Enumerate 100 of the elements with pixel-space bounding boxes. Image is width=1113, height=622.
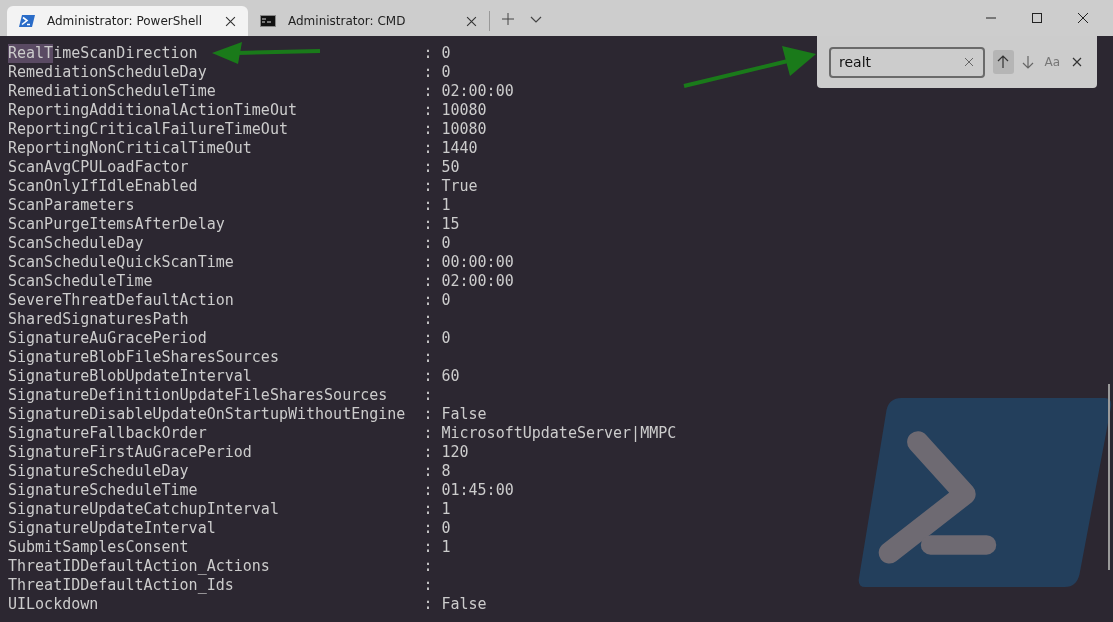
separator: :: [423, 500, 434, 519]
property-name: imeScanDirection: [53, 44, 198, 63]
property-name: SignatureScheduleDay: [8, 462, 189, 481]
property-name: ScanScheduleTime: [8, 272, 153, 291]
separator: :: [423, 101, 434, 120]
property-value: 02:00:00: [441, 272, 514, 291]
previous-match-button[interactable]: [993, 50, 1014, 74]
close-icon[interactable]: [466, 15, 477, 27]
property-name: ScanAvgCPULoadFactor: [8, 158, 189, 177]
separator: :: [423, 519, 434, 538]
property-value: 0: [441, 519, 451, 538]
property-name: ScanPurgeItemsAfterDelay: [8, 215, 225, 234]
separator: :: [423, 367, 434, 386]
separator: :: [423, 329, 434, 348]
property-value: 0: [441, 291, 451, 310]
search-field[interactable]: realt: [829, 46, 985, 78]
powershell-icon: [19, 14, 35, 28]
property-name: RemediationScheduleTime: [8, 82, 216, 101]
clear-icon[interactable]: [964, 56, 974, 67]
property-name: SignatureBlobUpdateInterval: [8, 367, 252, 386]
separator: :: [423, 462, 434, 481]
property-value: 1440: [441, 139, 478, 158]
maximize-icon[interactable]: [1031, 12, 1043, 24]
separator: :: [423, 44, 434, 63]
separator: :: [423, 310, 434, 329]
property-value: False: [441, 595, 487, 614]
search-match: RealT: [8, 44, 54, 63]
property-name: SignatureScheduleTime: [8, 481, 198, 500]
property-name: SignatureDefinitionUpdateFileSharesSources: [8, 386, 388, 405]
close-icon: [1070, 55, 1083, 69]
property-name: ReportingAdditionalActionTimeOut: [8, 101, 297, 120]
property-name: SignatureFirstAuGracePeriod: [8, 443, 252, 462]
separator: :: [423, 63, 434, 82]
property-value: 0: [441, 234, 451, 253]
separator: :: [423, 405, 434, 424]
property-name: SignatureUpdateCatchupInterval: [8, 500, 279, 519]
close-icon[interactable]: [225, 15, 236, 27]
property-name: ScanScheduleDay: [8, 234, 144, 253]
terminal-tab[interactable]: Administrator: CMD: [248, 6, 489, 36]
property-value: 10080: [441, 120, 487, 139]
separator: :: [423, 158, 434, 177]
property-value: 0: [441, 44, 451, 63]
separator: :: [423, 424, 434, 443]
property-value: 8: [441, 462, 451, 481]
property-name: ScanOnlyIfIdleEnabled: [8, 177, 198, 196]
property-value: 1: [441, 500, 451, 519]
separator: :: [423, 196, 434, 215]
property-name: SharedSignaturesPath: [8, 310, 189, 329]
property-name: SignatureFallbackOrder: [8, 424, 207, 443]
property-value: 0: [441, 329, 451, 348]
separator: :: [423, 82, 434, 101]
prompt-logo-icon: [857, 398, 1112, 589]
property-name: RemediationScheduleDay: [8, 63, 207, 82]
command-prompt-icon: [260, 14, 276, 28]
plus-icon[interactable]: [502, 13, 514, 25]
separator: :: [423, 557, 434, 576]
property-value: 15: [441, 215, 460, 234]
scrollbar[interactable]: [1108, 384, 1110, 570]
separator: :: [423, 215, 434, 234]
arrow-down-icon: [1021, 55, 1034, 69]
property-name: SevereThreatDefaultAction: [8, 291, 234, 310]
property-value: 10080: [441, 101, 487, 120]
separator: :: [423, 177, 434, 196]
separator: :: [423, 272, 434, 291]
arrow-up-icon: [997, 55, 1010, 69]
property-value: 120: [441, 443, 469, 462]
separator: :: [423, 139, 434, 158]
property-name: UILockdown: [8, 595, 99, 614]
separator: :: [423, 253, 434, 272]
property-value: 50: [441, 158, 460, 177]
property-name: SignatureUpdateInterval: [8, 519, 216, 538]
separator: :: [423, 291, 434, 310]
property-value: 1: [441, 196, 451, 215]
terminal-tab[interactable]: Administrator: PowerShell: [7, 6, 248, 36]
property-value: 1: [441, 538, 451, 557]
separator: :: [423, 443, 434, 462]
property-value: 60: [441, 367, 460, 386]
property-name: SignatureBlobFileSharesSources: [8, 348, 279, 367]
property-value: True: [441, 177, 478, 196]
separator: :: [423, 576, 434, 595]
property-name: ReportingNonCriticalTimeOut: [8, 139, 252, 158]
close-icon[interactable]: [1077, 12, 1089, 24]
property-value: 01:45:00: [441, 481, 514, 500]
property-name: ScanScheduleQuickScanTime: [8, 253, 234, 272]
property-name: SubmitSamplesConsent: [8, 538, 189, 557]
separator: :: [423, 234, 434, 253]
property-name: ThreatIDDefaultAction_Actions: [8, 557, 270, 576]
separator: :: [423, 538, 434, 557]
property-value: False: [441, 405, 487, 424]
property-value: 00:00:00: [441, 253, 514, 272]
separator: :: [423, 386, 434, 405]
property-name: ScanParameters: [8, 196, 135, 215]
property-value: 02:00:00: [441, 82, 514, 101]
separator: :: [423, 348, 434, 367]
property-name: SignatureDisableUpdateOnStartupWithoutEngine: [8, 405, 406, 424]
property-value: 0: [441, 63, 451, 82]
property-name: ThreatIDDefaultAction_Ids: [8, 576, 234, 595]
separator: :: [423, 595, 434, 614]
property-name: SignatureAuGracePeriod: [8, 329, 207, 348]
property-name: ReportingCriticalFailureTimeOut: [8, 120, 288, 139]
